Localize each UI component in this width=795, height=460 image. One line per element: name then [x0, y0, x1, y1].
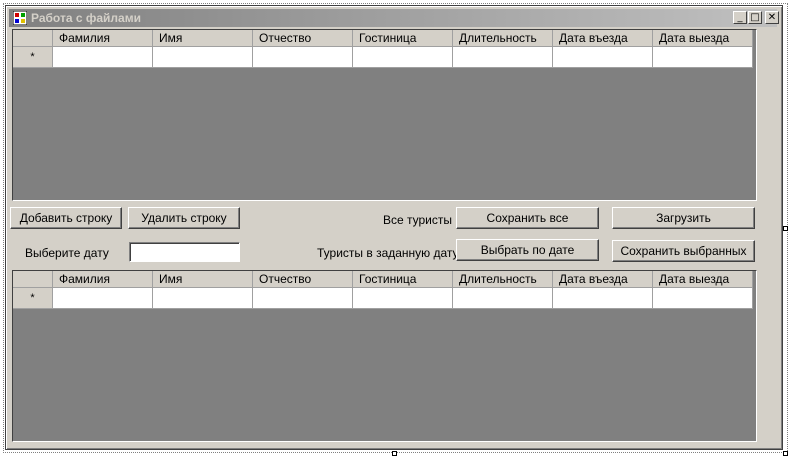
- column-header-duration[interactable]: Длительность: [453, 30, 553, 47]
- grid-header: Фамилия Имя Отчество Гостиница Длительно…: [13, 271, 753, 288]
- grid-cell[interactable]: [453, 288, 553, 309]
- resize-handle-bottom[interactable]: [392, 451, 397, 456]
- tourists-grid-all[interactable]: Фамилия Имя Отчество Гостиница Длительно…: [12, 29, 757, 201]
- column-header-arrival-date[interactable]: Дата въезда: [553, 30, 653, 47]
- column-header-duration[interactable]: Длительность: [453, 271, 553, 288]
- all-tourists-label: Все туристы: [383, 213, 453, 227]
- grid-cell[interactable]: [653, 288, 753, 309]
- grid-cell[interactable]: [353, 47, 453, 68]
- column-header-surname[interactable]: Фамилия: [53, 271, 153, 288]
- save-all-button[interactable]: Сохранить все: [456, 207, 599, 229]
- choose-date-label: Выберите дату: [25, 246, 109, 260]
- date-input[interactable]: [129, 242, 240, 262]
- grid-cell[interactable]: [553, 288, 653, 309]
- column-header-departure-date[interactable]: Дата выезда: [653, 30, 753, 47]
- tourists-grid-by-date[interactable]: Фамилия Имя Отчество Гостиница Длительно…: [12, 270, 757, 442]
- resize-handle-corner[interactable]: [783, 451, 788, 456]
- new-row[interactable]: *: [13, 288, 753, 309]
- new-row[interactable]: *: [13, 47, 753, 68]
- tourists-by-date-label: Туристы в заданную дату: [317, 246, 459, 260]
- column-header-surname[interactable]: Фамилия: [53, 30, 153, 47]
- grid-cell[interactable]: [453, 47, 553, 68]
- column-header-arrival-date[interactable]: Дата въезда: [553, 271, 653, 288]
- maximize-button[interactable]: □: [748, 11, 762, 24]
- grid-cell[interactable]: [153, 47, 253, 68]
- row-header-corner: [13, 271, 53, 288]
- delete-row-button[interactable]: Удалить строку: [128, 207, 240, 229]
- column-header-patronymic[interactable]: Отчество: [253, 30, 353, 47]
- grid-cell[interactable]: [253, 47, 353, 68]
- main-window: Работа с файлами _ □ ✕ Фамилия Имя Отчес…: [5, 5, 783, 450]
- select-by-date-button[interactable]: Выбрать по дате: [456, 239, 599, 261]
- resize-handle-right[interactable]: [783, 226, 788, 231]
- grid-header: Фамилия Имя Отчество Гостиница Длительно…: [13, 30, 753, 47]
- new-row-marker[interactable]: *: [13, 47, 53, 68]
- grid-cell[interactable]: [653, 47, 753, 68]
- app-icon: [13, 11, 27, 25]
- column-header-departure-date[interactable]: Дата выезда: [653, 271, 753, 288]
- column-header-patronymic[interactable]: Отчество: [253, 271, 353, 288]
- grid-cell[interactable]: [53, 47, 153, 68]
- column-header-hotel[interactable]: Гостиница: [353, 30, 453, 47]
- grid-cell[interactable]: [253, 288, 353, 309]
- grid-cell[interactable]: [153, 288, 253, 309]
- grid-cell[interactable]: [353, 288, 453, 309]
- column-header-hotel[interactable]: Гостиница: [353, 271, 453, 288]
- grid-cell[interactable]: [53, 288, 153, 309]
- column-header-name[interactable]: Имя: [153, 30, 253, 47]
- load-button[interactable]: Загрузить: [612, 207, 755, 229]
- column-header-name[interactable]: Имя: [153, 271, 253, 288]
- grid-cell[interactable]: [553, 47, 653, 68]
- window-title: Работа с файлами: [31, 11, 141, 25]
- new-row-marker[interactable]: *: [13, 288, 53, 309]
- close-button[interactable]: ✕: [765, 11, 779, 24]
- minimize-button[interactable]: _: [733, 11, 747, 24]
- save-selected-button[interactable]: Сохранить выбранных: [612, 240, 755, 262]
- row-header-corner: [13, 30, 53, 47]
- add-row-button[interactable]: Добавить строку: [10, 207, 122, 229]
- title-bar[interactable]: Работа с файлами _ □ ✕: [9, 9, 779, 27]
